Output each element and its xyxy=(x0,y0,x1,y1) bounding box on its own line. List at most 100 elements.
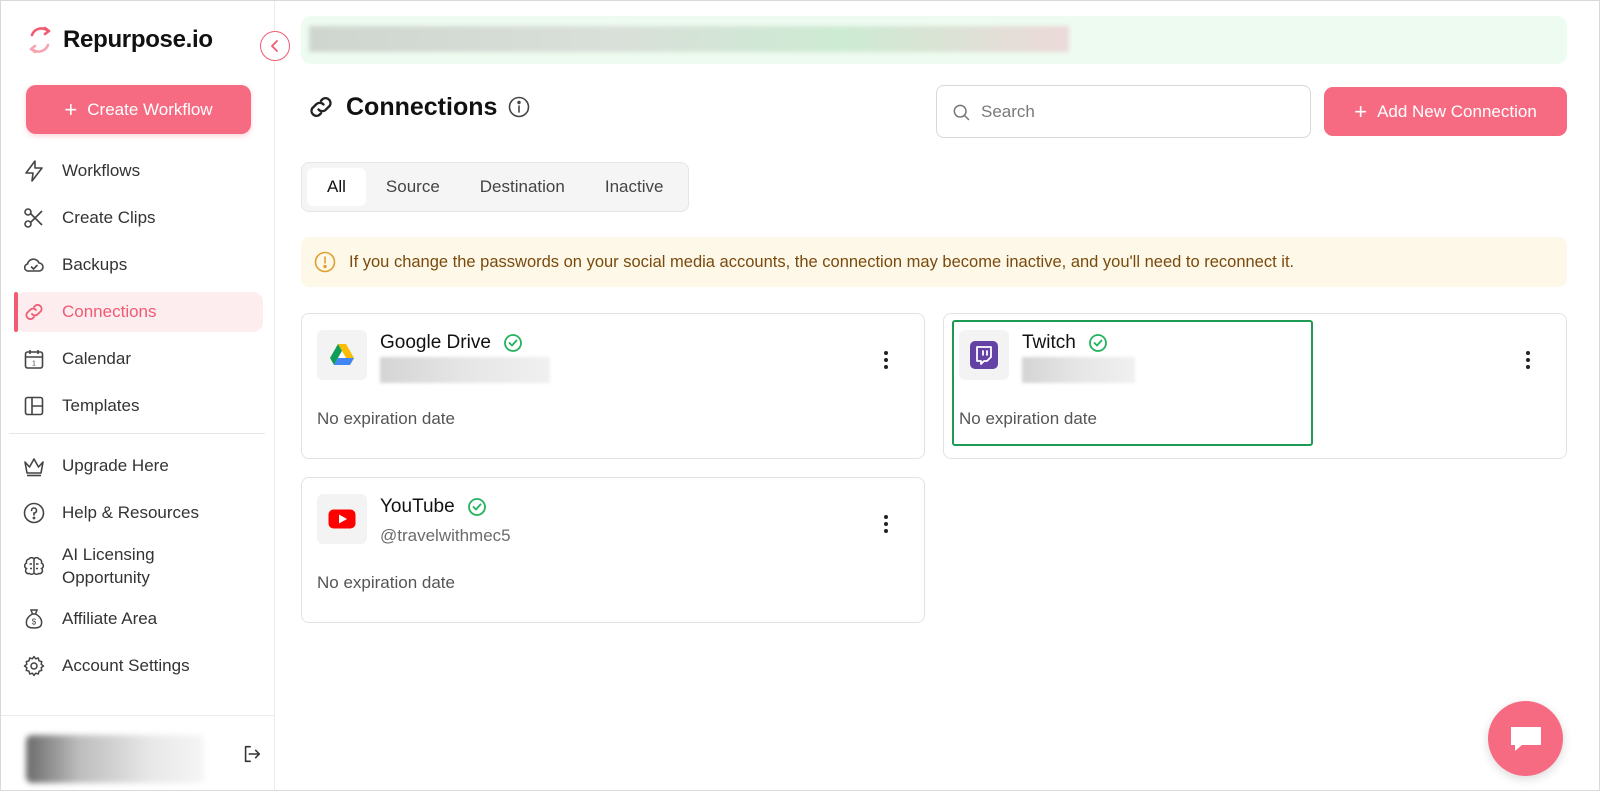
sidebar-item-account-settings[interactable]: Account Settings xyxy=(14,646,263,686)
connection-expiry: No expiration date xyxy=(317,409,455,428)
app-window: Repurpose.io + Create Workflow Workflows… xyxy=(0,0,1600,791)
create-workflow-button[interactable]: + Create Workflow xyxy=(26,85,251,134)
search-icon xyxy=(953,104,970,120)
connection-card-youtube: YouTube @travelwithmec5 No expiration da… xyxy=(301,477,925,623)
sidebar-item-label: Affiliate Area xyxy=(62,609,158,628)
label-line-2: Opportunity xyxy=(62,568,150,587)
tab-inactive[interactable]: Inactive xyxy=(585,168,684,206)
repurpose-logo-icon xyxy=(29,26,51,54)
google-drive-icon xyxy=(330,344,354,365)
info-icon[interactable] xyxy=(507,95,531,119)
label-line-1: AI Licensing xyxy=(62,545,155,564)
sidebar-nav: Workflows Create Clips Backups Connectio… xyxy=(1,151,275,693)
logout-icon[interactable] xyxy=(241,743,263,765)
svg-text:$: $ xyxy=(32,618,37,627)
notice-text: If you change the passwords on your soci… xyxy=(349,252,1295,271)
sidebar-item-workflows[interactable]: Workflows xyxy=(14,151,263,191)
more-options-icon[interactable] xyxy=(878,512,894,536)
password-notice: If you change the passwords on your soci… xyxy=(301,237,1567,287)
help-circle-icon xyxy=(23,502,45,524)
sidebar-item-calendar[interactable]: 1 Calendar xyxy=(14,339,263,379)
sidebar-item-ai-licensing[interactable]: AI Licensing Opportunity xyxy=(14,540,263,592)
check-circle-icon xyxy=(467,498,486,516)
tab-all[interactable]: All xyxy=(307,168,366,206)
top-banner xyxy=(301,16,1567,64)
sidebar-item-create-clips[interactable]: Create Clips xyxy=(14,198,263,238)
sidebar-item-connections[interactable]: Connections xyxy=(14,292,263,332)
sidebar-item-affiliate[interactable]: $ Affiliate Area xyxy=(14,599,263,639)
connection-title-row: Google Drive xyxy=(380,332,523,354)
sidebar-item-label: Workflows xyxy=(62,161,141,180)
sidebar-item-templates[interactable]: Templates xyxy=(14,386,263,426)
sidebar-item-label: Templates xyxy=(62,396,140,415)
search-box xyxy=(936,85,1311,138)
sidebar-item-label: Connections xyxy=(62,302,157,321)
sidebar-item-help[interactable]: Help & Resources xyxy=(14,493,263,533)
collapse-sidebar-button[interactable] xyxy=(260,31,290,61)
add-connection-label: Add New Connection xyxy=(1377,101,1537,121)
svg-text:1: 1 xyxy=(32,361,36,368)
warning-info-icon xyxy=(314,251,336,273)
sidebar-item-backups[interactable]: Backups xyxy=(14,245,263,285)
check-circle-icon xyxy=(503,334,522,352)
more-options-icon[interactable] xyxy=(1520,348,1536,372)
youtube-icon xyxy=(328,509,356,529)
connection-handle-redacted xyxy=(380,357,550,383)
app-name: Repurpose.io xyxy=(63,26,213,53)
connection-title-row: Twitch xyxy=(1022,332,1108,354)
twitch-icon xyxy=(970,341,998,369)
create-workflow-label: Create Workflow xyxy=(87,99,213,119)
sidebar-divider xyxy=(9,433,265,434)
sidebar-item-label: AI Licensing Opportunity xyxy=(62,543,155,589)
connection-title-row: YouTube xyxy=(380,496,487,518)
connection-name: YouTube xyxy=(380,496,455,517)
page-title: Connections xyxy=(306,92,531,122)
logo[interactable]: Repurpose.io xyxy=(25,23,213,57)
chevron-left-icon xyxy=(271,40,278,52)
connection-card-google-drive: Google Drive No expiration date xyxy=(301,313,925,459)
search-input[interactable] xyxy=(981,101,1281,122)
cloud-icon xyxy=(23,258,44,272)
sidebar-item-label: Backups xyxy=(62,255,128,274)
tab-source[interactable]: Source xyxy=(366,168,460,206)
service-icon-box xyxy=(317,494,367,544)
plus-icon: + xyxy=(64,96,78,122)
sidebar: Repurpose.io + Create Workflow Workflows… xyxy=(1,1,275,790)
filter-tabs: All Source Destination Inactive xyxy=(301,162,690,212)
banner-redacted-text xyxy=(309,26,1069,52)
sidebar-item-label: Create Clips xyxy=(62,208,156,227)
link-icon xyxy=(25,304,43,320)
service-icon-box xyxy=(959,330,1009,380)
scissors-icon xyxy=(24,208,43,228)
bolt-icon xyxy=(25,160,43,182)
connection-expiry: No expiration date xyxy=(959,409,1097,428)
calendar-icon: 1 xyxy=(24,350,44,369)
connection-name: Google Drive xyxy=(380,332,491,353)
plus-icon: + xyxy=(1354,98,1368,124)
gear-icon xyxy=(23,655,45,677)
connection-handle: @travelwithmec5 xyxy=(380,526,511,545)
more-options-icon[interactable] xyxy=(878,348,894,372)
connection-handle-redacted xyxy=(1022,357,1135,383)
add-new-connection-button[interactable]: + Add New Connection xyxy=(1324,87,1567,136)
chat-icon xyxy=(1510,726,1541,751)
page-heading: Connections xyxy=(346,92,498,121)
check-circle-icon xyxy=(1088,334,1107,352)
connection-card-twitch: Twitch No expiration date xyxy=(943,313,1567,459)
connection-expiry: No expiration date xyxy=(317,573,455,592)
sidebar-item-label: Upgrade Here xyxy=(62,456,169,475)
sidebar-item-upgrade[interactable]: Upgrade Here xyxy=(14,446,263,486)
sidebar-item-label: Account Settings xyxy=(62,656,190,675)
money-bag-icon: $ xyxy=(25,609,43,629)
crown-icon xyxy=(24,458,44,477)
user-profile xyxy=(1,715,275,791)
layout-icon xyxy=(24,396,44,416)
connection-name: Twitch xyxy=(1022,332,1076,353)
tab-destination[interactable]: Destination xyxy=(460,168,585,206)
link-icon xyxy=(310,96,332,118)
sidebar-item-label: Help & Resources xyxy=(62,503,200,522)
sidebar-item-label: Calendar xyxy=(62,349,131,368)
user-avatar-redacted[interactable] xyxy=(26,735,204,783)
chat-support-button[interactable] xyxy=(1488,701,1563,776)
service-icon-box xyxy=(317,330,367,380)
